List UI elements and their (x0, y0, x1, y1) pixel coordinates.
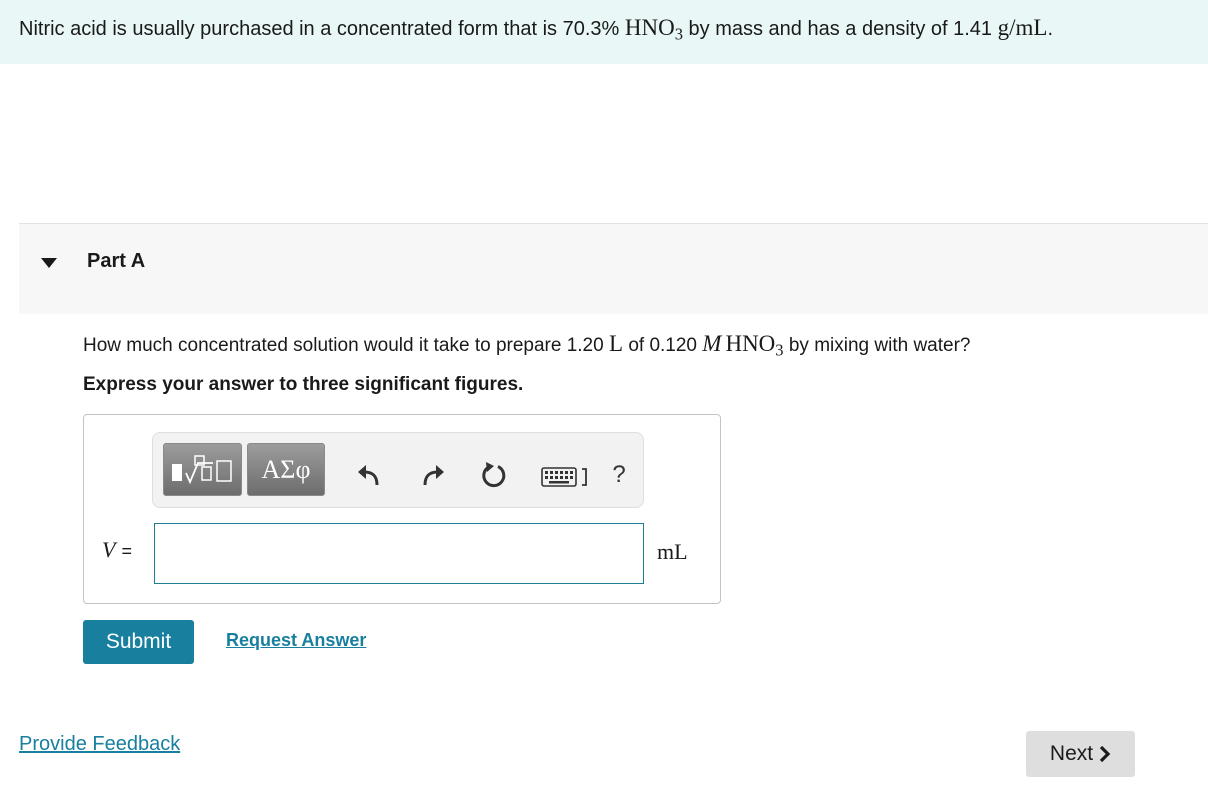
greek-symbols-button[interactable]: ΑΣφ (247, 443, 325, 496)
intro-formula-base: HNO (624, 15, 675, 40)
intro-text-3: . (1047, 18, 1054, 40)
question-text-1: How much concentrated solution would it … (83, 335, 609, 356)
intro-text-1: Nitric acid is usually purchased in a co… (19, 18, 625, 40)
question-formula-base: HNO (725, 331, 776, 356)
next-button-label: Next (1049, 742, 1094, 765)
collapse-caret-icon[interactable] (41, 258, 57, 268)
redo-icon[interactable] (419, 461, 447, 489)
templates-button[interactable] (163, 443, 242, 496)
question-formula: HNO3 (725, 331, 783, 358)
intro-formula-subscript: 3 (674, 24, 683, 44)
answer-variable-label: V = (102, 537, 132, 563)
help-icon[interactable]: ? (607, 461, 631, 489)
equals-sign: = (121, 541, 132, 561)
templates-icon (171, 454, 232, 484)
submit-button[interactable]: Submit (83, 620, 194, 664)
question-text: How much concentrated solution would it … (83, 331, 971, 358)
keyboard-icon[interactable] (541, 466, 591, 488)
part-a-header[interactable]: Part A (19, 223, 1208, 314)
math-toolbar: ΑΣφ ? (152, 432, 644, 508)
question-text-3: by mixing with water? (783, 335, 971, 356)
intro-density-unit: g/mL (997, 15, 1048, 40)
answer-instruction: Express your answer to three significant… (83, 374, 524, 395)
provide-feedback-link[interactable]: Provide Feedback (19, 733, 180, 756)
reset-icon[interactable] (479, 460, 509, 490)
question-formula-subscript: 3 (775, 340, 784, 360)
request-answer-link[interactable]: Request Answer (226, 630, 366, 651)
problem-intro: Nitric acid is usually purchased in a co… (0, 0, 1208, 64)
intro-formula: HNO3 (624, 15, 683, 42)
question-text-2: of 0.120 (623, 335, 703, 356)
undo-icon[interactable] (355, 461, 383, 489)
answer-input[interactable] (154, 523, 644, 584)
answer-variable: V (102, 537, 116, 562)
molarity-symbol: M (702, 331, 722, 356)
chevron-right-icon (1099, 745, 1111, 763)
part-title: Part A (87, 250, 146, 272)
next-button[interactable]: Next (1026, 731, 1135, 777)
answer-unit: mL (657, 539, 688, 564)
answer-box: ΑΣφ ? V = mL (83, 414, 721, 604)
intro-text-2: by mass and has a density of 1.41 (682, 18, 998, 40)
question-volume-unit: L (608, 331, 624, 356)
